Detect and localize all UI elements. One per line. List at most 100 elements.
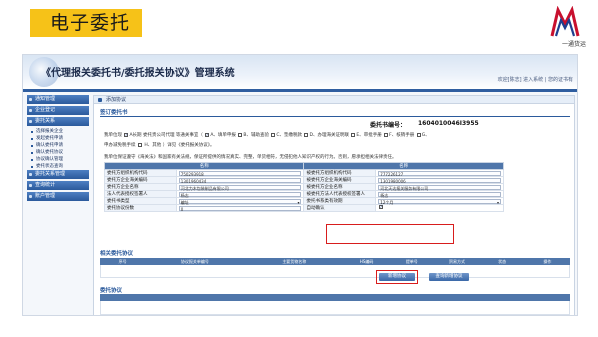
option-d-checkbox[interactable] <box>304 132 309 137</box>
folder-icon <box>29 195 32 198</box>
form-header-left: 名称 <box>103 162 305 170</box>
field-label: 委托方组织机构代码 <box>104 169 177 177</box>
option-b-checkbox[interactable] <box>238 132 243 137</box>
form-row: 委托书类型 编址 ▾ 委托书系类有效期 12个月 ▾ <box>104 197 504 205</box>
option-a-checkbox[interactable] <box>205 132 210 137</box>
field-label: 被委托方组织机构代码 <box>303 169 377 177</box>
auto-confirm-checkbox[interactable] <box>379 204 384 210</box>
app-screenshot: 《代理报关委托书/委托报关协议》管理系统 欢迎[陈志] 进入系统 | 您的证书有… <box>22 54 578 316</box>
form-row: 委托方组织机构代码 750293918 被委托方组织机构代码 777226127 <box>104 169 504 177</box>
sidebar-item-agreement-management[interactable]: 协议确认管理 <box>27 156 89 163</box>
sidebar-item-select-broker[interactable]: 选择报关企业 <box>27 128 89 135</box>
bullet-icon <box>31 165 33 168</box>
form-header-row: 名称 名称 <box>103 162 504 170</box>
delegation-agreement-list <box>100 301 570 315</box>
bullet-icon <box>31 137 33 140</box>
agreement-count-field[interactable]: 0 <box>178 205 302 212</box>
contract-number: 1604010046I3955 <box>418 120 479 127</box>
field-label: 委托方企业海关编码 <box>104 176 177 184</box>
delegation-agreement-title: 委托协议 <box>100 288 123 294</box>
sidebar-group-delegation[interactable]: 委托关系 <box>27 117 89 126</box>
field-label: 被委托方企业名称 <box>303 183 377 191</box>
top-strip <box>23 89 577 92</box>
party-form: 名称 名称 委托方组织机构代码 750293918 被委托方组织机构代码 777… <box>103 162 504 212</box>
delegation-statement-continued: 申办减免税手续 H、其他 ）详见《委托报关协议》。 <box>104 142 215 148</box>
related-agreements-title: 相关委托协议 <box>100 251 134 257</box>
user-links[interactable]: 欢迎[陈志] 进入系统 | 您的证书有 <box>498 76 573 83</box>
guarantee-statement: 我单位保证遵守《海关法》和国家有关法规，保证所提供的情况真实、完整，单货相符，无… <box>104 155 397 160</box>
brand-name: 一通货运 <box>561 41 586 48</box>
sidebar-item-confirm-agreement[interactable]: 确认委托协议 <box>27 149 89 156</box>
main-panel: 添加协议 签订委托书 委托书编号： 1604010046I3955 我单位现 A… <box>93 95 575 315</box>
field-label: 委托方企业名称 <box>104 183 177 191</box>
form-row: 委托协议份数 0 自动确认 <box>104 204 504 212</box>
contract-number-label: 委托书编号： <box>370 122 407 129</box>
field-label: 被委托方法人代表授权签署人 <box>303 190 377 198</box>
slide: 电子委托 一通货运 《代理报关委托书/委托报关协议》管理系统 欢迎[陈志] 进入… <box>0 0 598 337</box>
page-icon <box>98 98 102 102</box>
column-header: 序号 <box>118 259 127 264</box>
company-name-field[interactable]: 河北力木包装制品有限公司 <box>178 184 302 191</box>
sidebar-group-statistics[interactable]: 查询统计 <box>27 181 89 190</box>
chevron-down-icon: ▾ <box>297 199 300 205</box>
related-agreements-list <box>100 265 570 278</box>
sidebar-group-account[interactable]: 账户管理 <box>27 192 89 201</box>
form-row: 委托方企业海关编码 1301960434 被委托方企业海关编码 13019800… <box>104 176 504 184</box>
validity-period-select[interactable]: 12个月 ▾ <box>378 198 501 205</box>
section-divider <box>100 116 570 117</box>
chevron-down-icon: ▾ <box>496 199 499 205</box>
column-header: 协议报关单编号 <box>180 259 209 264</box>
sidebar-group-registration[interactable]: 企业登记 <box>27 106 89 115</box>
add-agreement-button[interactable]: 新增协议 <box>379 273 415 281</box>
agent-signatory-field[interactable]: 杨志 <box>378 191 501 198</box>
system-title: 《代理报关委托书/委托报关协议》管理系统 <box>41 68 235 79</box>
query-agreement-button[interactable]: 查询新增协议 <box>429 273 469 281</box>
sidebar-item-status-query[interactable]: 委托状态查询 <box>27 163 89 170</box>
agent-org-code-field[interactable]: 777226127 <box>378 170 501 177</box>
form-row: 委托方企业名称 河北力木包装制品有限公司 被委托方企业名称 河北天达报关服务有限… <box>104 183 504 191</box>
sidebar-group-relation-management[interactable]: 委托关系管理 <box>27 170 89 179</box>
sidebar-item-confirm-request[interactable]: 确认委托申请 <box>27 142 89 149</box>
column-header: HS编码 <box>359 259 374 264</box>
brand-logo-icon <box>550 6 580 37</box>
long-term-checkbox[interactable] <box>124 132 129 137</box>
column-header: 主要货物名称 <box>282 259 307 264</box>
customs-code-field[interactable]: 1301960434 <box>178 177 302 184</box>
option-h-checkbox[interactable] <box>137 142 142 147</box>
bullet-icon <box>31 130 33 133</box>
highlight-annotation <box>326 224 454 244</box>
field-label: 被委托方企业海关编码 <box>303 176 377 184</box>
field-label: 法人代表授权签署人 <box>104 190 177 198</box>
breadcrumb: 添加协议 <box>94 96 574 104</box>
folder-icon <box>29 184 32 187</box>
folder-icon <box>29 98 32 101</box>
field-label: 委托书类型 <box>104 197 177 205</box>
field-label: 委托书系类有效期 <box>303 197 377 205</box>
delegation-type-select[interactable]: 编址 ▾ <box>178 198 302 205</box>
sidebar-item-initiate-request[interactable]: 发起委托申请 <box>27 135 89 142</box>
delegation-statement: 我单位现 A长期 委托贵公司代理 等通关事宜（ A、填单申报 B、辅助查验 C、… <box>104 132 570 139</box>
column-header: 提单号 <box>405 259 418 264</box>
related-agreements-header: 序号 协议报关单编号 主要货物名称 HS编码 提单号 贸易方式 状态 操作 <box>100 258 570 265</box>
column-header: 贸易方式 <box>449 259 465 264</box>
column-header: 状态 <box>498 259 507 264</box>
signatory-field[interactable]: 杨志 <box>178 191 302 198</box>
sidebar-group-notice[interactable]: 通知管理 <box>27 95 89 104</box>
column-header: 操作 <box>543 259 552 264</box>
option-e-checkbox[interactable] <box>351 132 356 137</box>
option-g-checkbox[interactable] <box>416 132 421 137</box>
app-banner: 《代理报关委托书/委托报关协议》管理系统 欢迎[陈志] 进入系统 | 您的证书有 <box>23 55 577 89</box>
bullet-icon <box>31 158 33 161</box>
agent-company-name-field[interactable]: 河北天达报关服务有限公司 <box>378 184 501 191</box>
field-label: 自动确认 <box>303 204 377 212</box>
field-label: 委托协议份数 <box>104 204 177 212</box>
folder-icon <box>29 109 32 112</box>
org-code-field[interactable]: 750293918 <box>178 170 302 177</box>
sidebar: 通知管理 企业登记 委托关系 选择报关企业 发起委托申请 确认委托申请 确认委托… <box>27 95 89 315</box>
option-f-checkbox[interactable] <box>384 132 389 137</box>
delegation-agreement-header <box>100 294 570 301</box>
folder-icon <box>29 173 32 176</box>
bullet-icon <box>31 151 33 154</box>
option-c-checkbox[interactable] <box>271 132 276 137</box>
agent-customs-code-field[interactable]: 1301980006 <box>378 177 501 184</box>
